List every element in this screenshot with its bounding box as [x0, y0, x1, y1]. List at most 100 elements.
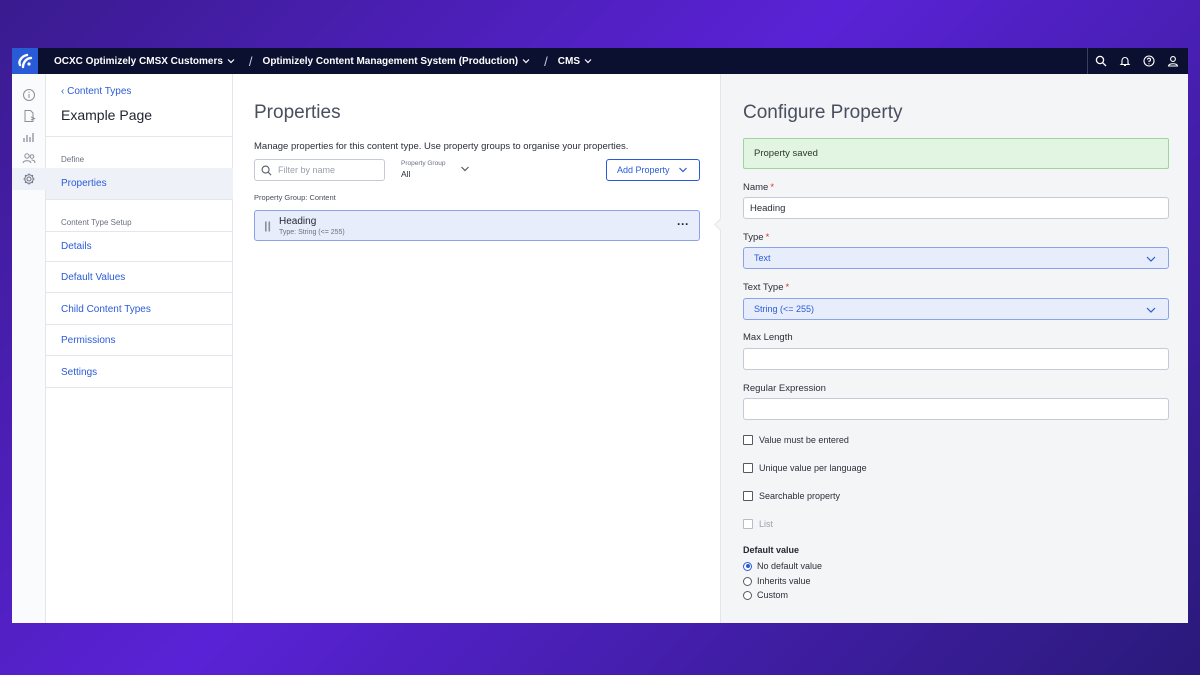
regex-field[interactable]: [743, 398, 1169, 420]
checkbox-label: List: [759, 519, 774, 529]
text-type-label: Text Type *: [743, 282, 789, 293]
regex-label: Regular Expression: [743, 383, 826, 394]
org-name: OCXC Optimizely CMSX Customers: [54, 55, 223, 67]
type-value: Text: [754, 253, 771, 263]
content-type-title: Example Page: [61, 107, 153, 123]
searchable-checkbox[interactable]: Searchable property: [743, 491, 840, 501]
instance-name: Optimizely Content Management System (Pr…: [262, 55, 519, 67]
required-mark: *: [770, 182, 775, 193]
property-group-filter[interactable]: Property Group All: [401, 160, 445, 179]
product-switcher[interactable]: CMS: [558, 56, 592, 67]
checkbox-label: Unique value per language: [759, 463, 867, 473]
gear-icon[interactable]: [12, 168, 46, 190]
icon-rail: [12, 74, 46, 623]
back-link-label: Content Types: [67, 86, 132, 97]
radio-label: Custom: [757, 590, 789, 600]
chevron-down-icon: [227, 59, 235, 64]
content-type-nav: ‹ Content Types Example Page Define Prop…: [46, 74, 233, 623]
chevron-down-icon: [522, 59, 530, 64]
filter-field[interactable]: [254, 159, 385, 181]
checkbox-label: Value must be entered: [759, 435, 849, 445]
document-icon[interactable]: [22, 109, 36, 123]
type-label: Type *: [743, 232, 769, 243]
filter-input[interactable]: [278, 165, 378, 175]
checkbox-label: Searchable property: [759, 491, 841, 501]
chevron-down-icon: [1146, 256, 1156, 262]
search-icon: [261, 165, 272, 175]
chevron-down-icon[interactable]: [460, 165, 470, 173]
radio-button[interactable]: [743, 590, 752, 600]
required-mark: *: [765, 232, 770, 243]
instance-switcher[interactable]: Optimizely Content Management System (Pr…: [263, 56, 531, 67]
divider: [46, 136, 233, 137]
text-type-select[interactable]: String (<= 255): [743, 298, 1169, 320]
name-label-text: Name: [743, 182, 769, 193]
type-select[interactable]: Text: [743, 247, 1169, 269]
nav-item-child-content-types[interactable]: Child Content Types: [46, 294, 233, 325]
required-mark: *: [785, 282, 790, 293]
info-icon[interactable]: [22, 88, 36, 102]
properties-description: Manage properties for this content type.…: [254, 141, 629, 152]
configure-property-panel: Configure Property Property saved Name * …: [714, 74, 1188, 623]
property-name: Heading: [279, 216, 317, 227]
product-name: CMS: [557, 55, 580, 67]
nav-item-details[interactable]: Details: [46, 231, 233, 262]
user-icon[interactable]: [1166, 54, 1180, 68]
configure-title: Configure Property: [743, 102, 903, 123]
checkbox[interactable]: [743, 491, 753, 501]
nav-item-default-values[interactable]: Default Values: [46, 262, 233, 293]
radio-label: Inherits value: [757, 576, 811, 586]
app-window: OCXC Optimizely CMSX Customers / Optimiz…: [12, 48, 1188, 623]
default-value-label: Default value: [743, 545, 800, 555]
page-title: Properties: [254, 102, 341, 123]
property-type: Type: String (<= 255): [279, 229, 345, 236]
add-property-button[interactable]: Add Property: [606, 159, 700, 181]
chart-icon[interactable]: [22, 130, 36, 144]
name-field[interactable]: Heading: [743, 197, 1169, 219]
top-actions: [1087, 48, 1188, 74]
radio-button[interactable]: [743, 561, 752, 571]
search-icon[interactable]: [1094, 54, 1108, 68]
top-bar: OCXC Optimizely CMSX Customers / Optimiz…: [12, 48, 1188, 74]
more-options-icon[interactable]: ···: [677, 217, 689, 231]
checkbox[interactable]: [743, 463, 753, 473]
required-checkbox[interactable]: Value must be entered: [743, 435, 849, 445]
property-group-value: All: [401, 169, 411, 179]
max-length-field[interactable]: [743, 348, 1169, 370]
org-switcher[interactable]: OCXC Optimizely CMSX Customers: [54, 56, 235, 67]
users-icon[interactable]: [22, 151, 36, 165]
chevron-down-icon: [1146, 307, 1156, 313]
divider: [46, 199, 233, 200]
setup-section-label: Content Type Setup: [61, 218, 132, 227]
text-type-value: String (<= 255): [754, 304, 815, 314]
property-row[interactable]: Heading Type: String (<= 255) ···: [254, 210, 700, 241]
unique-checkbox[interactable]: Unique value per language: [743, 463, 867, 473]
back-to-content-types-link[interactable]: ‹ Content Types: [61, 86, 131, 97]
default-option-inherits[interactable]: Inherits value: [743, 576, 811, 586]
chevron-down-icon: [584, 59, 592, 64]
max-length-label: Max Length: [743, 332, 793, 343]
drag-handle-icon[interactable]: [264, 221, 272, 232]
checkbox[interactable]: [743, 435, 753, 445]
properties-panel: Properties Manage properties for this co…: [233, 74, 720, 623]
default-option-custom[interactable]: Custom: [743, 590, 788, 600]
radio-button[interactable]: [743, 576, 752, 586]
help-icon[interactable]: [1142, 54, 1156, 68]
nav-item-settings[interactable]: Settings: [46, 357, 233, 388]
type-label-text: Type: [743, 232, 764, 243]
property-group-heading: Property Group: Content: [254, 193, 336, 202]
checkbox: [743, 519, 753, 529]
nav-item-properties[interactable]: Properties: [46, 168, 233, 199]
add-property-label: Add Property: [617, 165, 670, 175]
nav-item-permissions[interactable]: Permissions: [46, 325, 233, 356]
name-label: Name *: [743, 182, 774, 193]
chevron-down-icon: [678, 167, 687, 173]
radio-label: No default value: [757, 561, 823, 571]
text-type-label-text: Text Type: [743, 282, 784, 293]
define-section-label: Define: [61, 155, 85, 164]
default-option-none[interactable]: No default value: [743, 561, 822, 571]
breadcrumb-separator: /: [544, 53, 548, 69]
success-message: Property saved: [743, 138, 1169, 169]
optimizely-logo-icon[interactable]: [12, 48, 38, 74]
bell-icon[interactable]: [1118, 54, 1132, 68]
